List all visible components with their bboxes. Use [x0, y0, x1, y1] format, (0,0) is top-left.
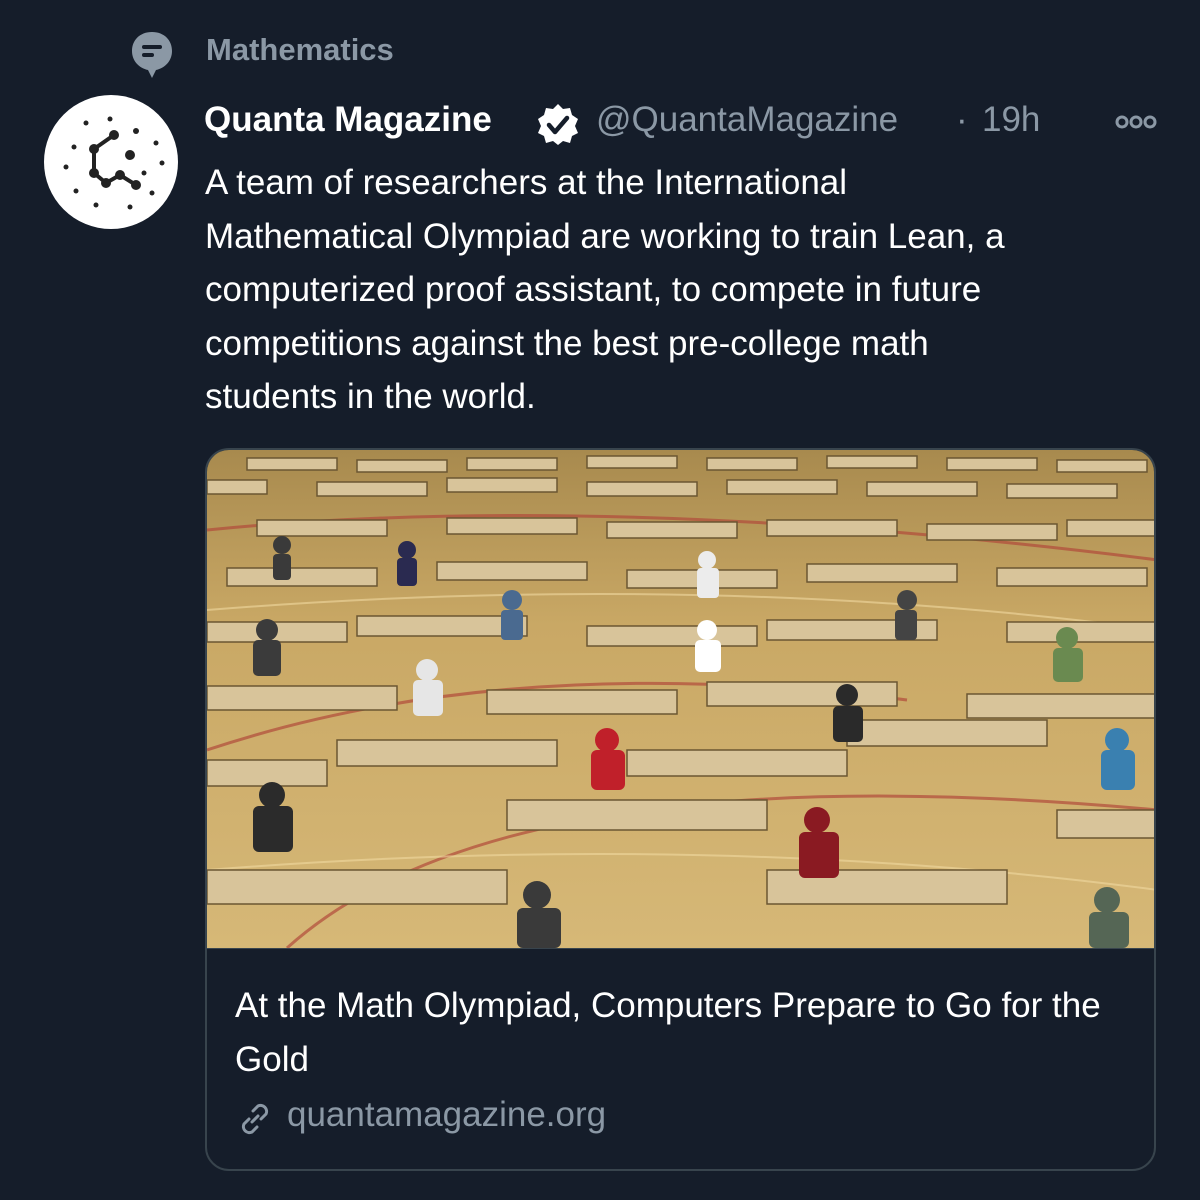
timestamp[interactable]: 19h [982, 100, 1040, 140]
separator-dot: · [956, 100, 968, 139]
card-image[interactable] [207, 450, 1156, 948]
link-icon [241, 1103, 269, 1135]
tweet-text: A team of researchers at the Internation… [205, 163, 1005, 416]
avatar[interactable] [44, 95, 178, 229]
verified-badge-icon [538, 104, 578, 145]
topic-context[interactable]: Mathematics [0, 22, 1200, 86]
author-handle[interactable]: @QuantaMagazine [596, 100, 898, 140]
card-body[interactable]: At the Math Olympiad, Computers Prepare … [207, 948, 1154, 1169]
more-options-icon[interactable] [1112, 110, 1160, 134]
card-domain[interactable]: quantamagazine.org [287, 1095, 606, 1135]
topic-speech-bubble-icon [132, 32, 172, 78]
tweet-header: Quanta Magazine @QuantaMagazine · 19h [204, 96, 1164, 148]
card-link[interactable]: quantamagazine.org [235, 1093, 1035, 1139]
quanta-logo-icon [63, 116, 165, 210]
card-title[interactable]: At the Math Olympiad, Computers Prepare … [235, 979, 1135, 1087]
topic-label[interactable]: Mathematics [206, 32, 394, 68]
author-name[interactable]: Quanta Magazine [204, 100, 492, 140]
link-card[interactable]: At the Math Olympiad, Computers Prepare … [205, 448, 1156, 1171]
